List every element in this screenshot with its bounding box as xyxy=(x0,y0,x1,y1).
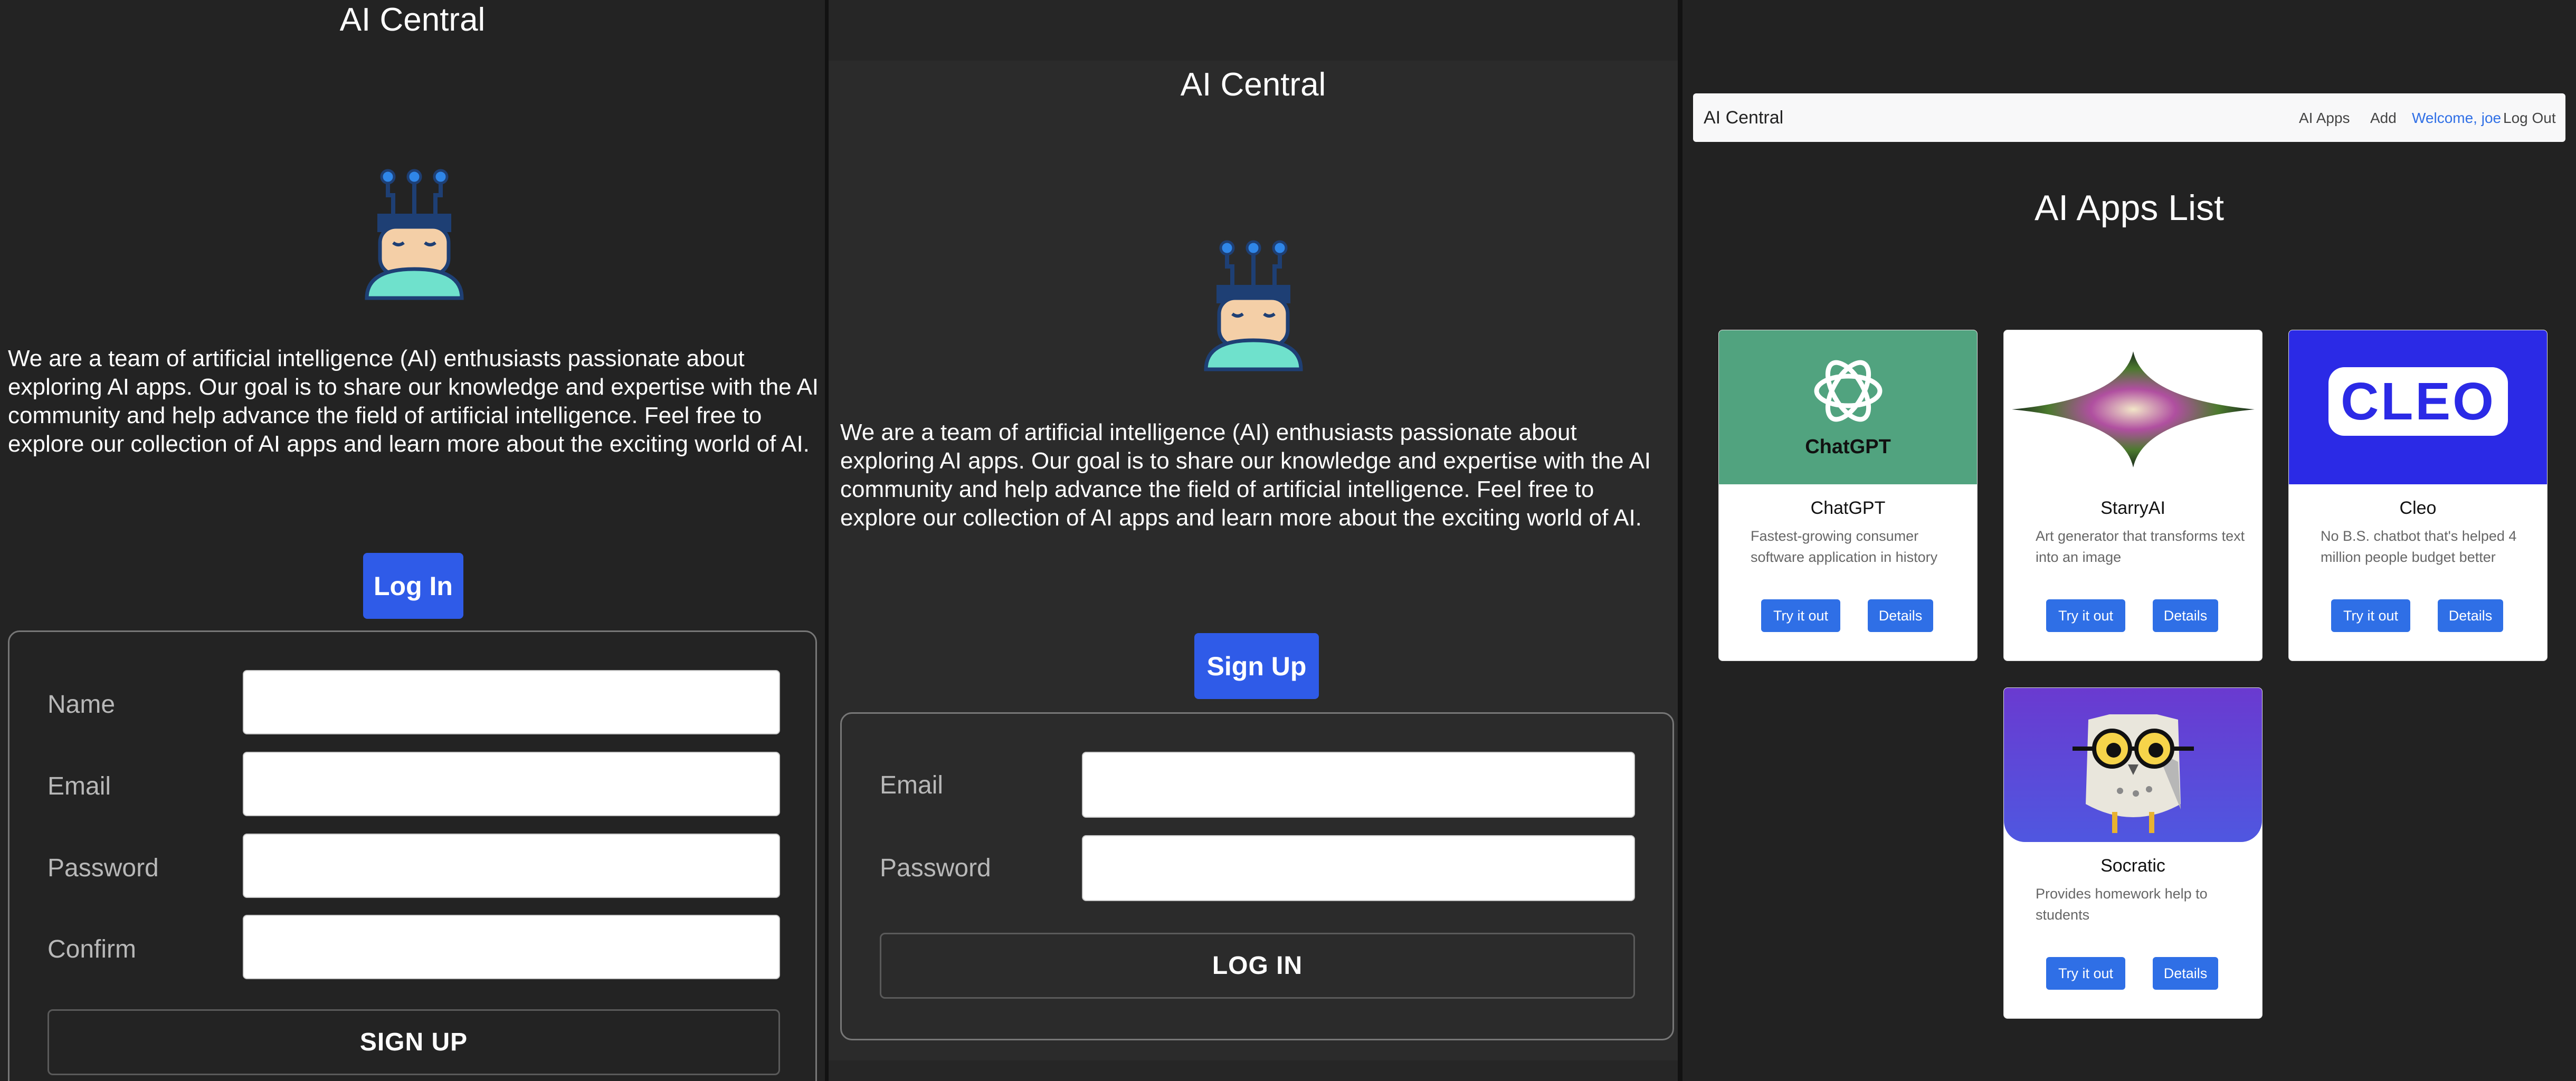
details-button[interactable]: Details xyxy=(2153,599,2218,632)
top-bar xyxy=(829,0,1678,61)
login-form: Email Password LOG IN xyxy=(840,712,1674,1040)
chatgpt-knot-icon xyxy=(1814,360,1883,422)
page-title: AI Central xyxy=(1180,66,1326,103)
confirm-input[interactable] xyxy=(243,915,780,979)
try-it-out-button[interactable]: Try it out xyxy=(2046,599,2125,632)
nav-brand[interactable]: AI Central xyxy=(1704,108,1783,128)
signup-form: Name Email Password Confirm SIGN UP xyxy=(8,630,817,1081)
email-label: Email xyxy=(880,771,944,799)
nav-welcome-link[interactable]: Welcome, joe xyxy=(2412,110,2501,127)
signup-panel: AI Central We are a team of artificial i… xyxy=(0,0,825,1081)
navbar: AI Central AI Apps Add Welcome, joe Log … xyxy=(1693,93,2565,142)
password-label: Password xyxy=(47,854,159,882)
card-description: Provides homework help to students xyxy=(2036,886,2208,923)
name-input[interactable] xyxy=(243,670,780,734)
card-title: Cleo xyxy=(2399,498,2437,518)
try-it-out-button[interactable]: Try it out xyxy=(2046,957,2125,990)
app-card-chatgpt: ChatGPT ChatGPT Fastest-growing consumer… xyxy=(1718,330,1978,661)
card-description: No B.S. chatbot that's helped 4 million … xyxy=(2321,528,2517,565)
confirm-label: Confirm xyxy=(47,935,137,963)
apps-panel: AI Central AI Apps Add Welcome, joe Log … xyxy=(1683,0,2576,1081)
about-text: We are a team of artificial intelligence… xyxy=(8,346,819,457)
cleo-logo-icon: CLEO xyxy=(2289,330,2547,484)
login-toggle-button[interactable]: Log In xyxy=(363,553,463,619)
panel-divider xyxy=(1678,0,1683,1081)
try-it-out-button[interactable]: Try it out xyxy=(2331,599,2410,632)
email-label: Email xyxy=(47,772,111,800)
about-text: We are a team of artificial intelligence… xyxy=(840,419,1651,531)
socratic-owl-icon xyxy=(2004,688,2262,842)
password-input[interactable] xyxy=(243,834,780,898)
app-card-cleo: CLEO Cleo No B.S. chatbot that's helped … xyxy=(2288,330,2548,661)
try-it-out-button[interactable]: Try it out xyxy=(1761,599,1840,632)
login-panel: AI Central We are a team of artificial i… xyxy=(829,0,1678,1081)
bottom-bar xyxy=(829,1060,1678,1081)
name-label: Name xyxy=(47,691,116,719)
details-button[interactable]: Details xyxy=(1868,599,1933,632)
password-label: Password xyxy=(880,854,991,882)
nav-logout-link[interactable]: Log Out xyxy=(2503,110,2556,127)
details-button[interactable]: Details xyxy=(2438,599,2503,632)
panel-divider xyxy=(825,0,829,1081)
chatgpt-logo-icon: ChatGPT xyxy=(1719,330,1977,484)
chatgpt-wordmark: ChatGPT xyxy=(1805,436,1891,458)
page-title: AI Central xyxy=(339,2,486,38)
email-input[interactable] xyxy=(1082,752,1635,818)
owl-shape xyxy=(2073,714,2194,833)
signup-toggle-button[interactable]: Sign Up xyxy=(1194,633,1319,699)
signup-submit-button[interactable]: SIGN UP xyxy=(47,1009,780,1075)
details-button[interactable]: Details xyxy=(2153,957,2218,990)
cleo-wordmark: CLEO xyxy=(2328,367,2508,436)
robot-avatar-icon xyxy=(1204,240,1303,371)
card-title: ChatGPT xyxy=(1810,498,1886,518)
nav-link-ai-apps[interactable]: AI Apps xyxy=(2299,110,2350,127)
nav-link-add[interactable]: Add xyxy=(2370,110,2397,127)
card-description: Art generator that transforms text into … xyxy=(2036,528,2245,565)
card-title: StarryAI xyxy=(2100,498,2165,518)
card-description: Fastest-growing consumer software applic… xyxy=(1751,528,1938,565)
page-heading: AI Apps List xyxy=(2034,188,2225,228)
email-input[interactable] xyxy=(243,752,780,816)
robot-avatar-icon xyxy=(365,169,464,300)
password-input[interactable] xyxy=(1082,835,1635,901)
app-card-socratic: Socratic Provides homework help to stude… xyxy=(2003,687,2263,1019)
card-title: Socratic xyxy=(2100,856,2165,876)
login-submit-button[interactable]: LOG IN xyxy=(880,933,1635,999)
starryai-star-shape xyxy=(2012,351,2255,467)
starryai-star-icon xyxy=(2004,330,2262,484)
app-card-starryai: StarryAI Art generator that transforms t… xyxy=(2003,330,2263,661)
